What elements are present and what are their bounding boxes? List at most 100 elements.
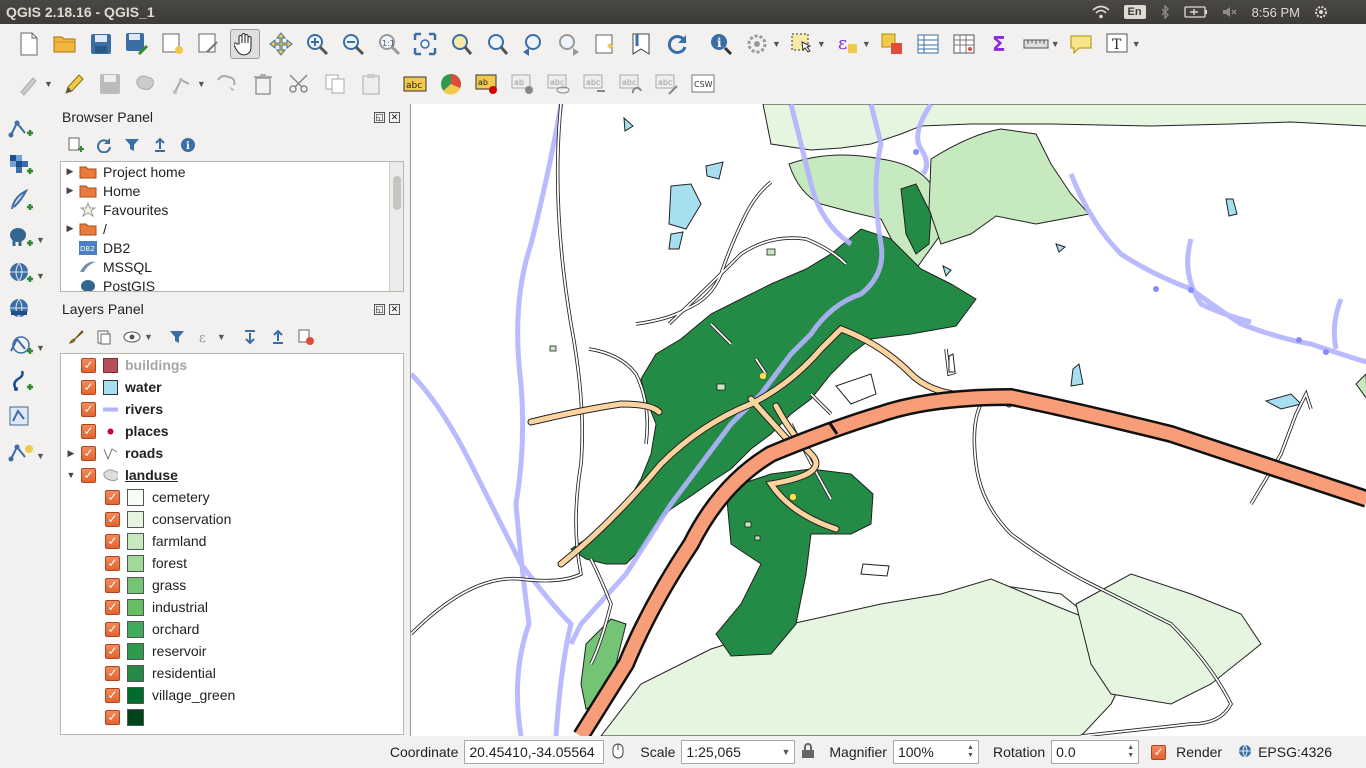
scale-dropdown-arrow[interactable]: ▼ bbox=[781, 747, 790, 757]
zoom-last-button[interactable] bbox=[518, 29, 548, 59]
select-by-expression-dropdown-arrow[interactable]: ▼ bbox=[862, 39, 871, 49]
keyboard-language-indicator[interactable]: En bbox=[1123, 5, 1146, 19]
text-annotation-button[interactable]: T bbox=[1102, 29, 1132, 59]
expand-arrow-icon[interactable]: ▶ bbox=[61, 223, 79, 234]
layer-visibility-checkbox[interactable]: ✓ bbox=[81, 401, 96, 417]
identify-features-button[interactable]: i bbox=[706, 29, 736, 59]
open-layer-styling-button[interactable] bbox=[66, 327, 86, 347]
layer-row-roads[interactable]: ▶ ✓ roads bbox=[61, 442, 403, 464]
expand-arrow-icon[interactable]: ▶ bbox=[61, 185, 79, 196]
system-gear-icon[interactable] bbox=[1314, 5, 1328, 19]
battery-icon[interactable] bbox=[1183, 6, 1208, 18]
landuse-category-row[interactable]: ✓ village_green bbox=[61, 684, 403, 706]
browser-item-mssql[interactable]: MSSQL bbox=[61, 257, 403, 276]
browser-panel-float-button[interactable]: ◱ bbox=[374, 111, 385, 123]
collapse-all-button[interactable] bbox=[268, 327, 288, 347]
save-project-button[interactable] bbox=[86, 29, 116, 59]
add-wms-dropdown-arrow[interactable]: ▼ bbox=[36, 271, 45, 281]
landuse-category-row[interactable]: ✓ orchard bbox=[61, 618, 403, 640]
crs-globe-icon[interactable] bbox=[1238, 744, 1252, 761]
layer-visibility-checkbox[interactable]: ✓ bbox=[81, 467, 96, 483]
save-as-button[interactable] bbox=[122, 29, 152, 59]
show-map-tips-button[interactable] bbox=[1066, 29, 1096, 59]
save-layer-edits-button[interactable] bbox=[95, 69, 125, 99]
delete-selected-button[interactable] bbox=[248, 69, 278, 99]
expand-all-button[interactable] bbox=[240, 327, 260, 347]
category-visibility-checkbox[interactable]: ✓ bbox=[105, 489, 120, 505]
cut-features-button[interactable] bbox=[284, 69, 314, 99]
layer-visibility-checkbox[interactable]: ✓ bbox=[81, 357, 96, 373]
landuse-category-row[interactable]: ✓ conservation bbox=[61, 508, 403, 530]
zoom-out-button[interactable] bbox=[338, 29, 368, 59]
layer-visibility-checkbox[interactable]: ✓ bbox=[81, 423, 96, 439]
category-visibility-checkbox[interactable]: ✓ bbox=[105, 643, 120, 659]
select-features-button[interactable] bbox=[787, 29, 817, 59]
add-spatialite-layer-button[interactable] bbox=[6, 366, 36, 396]
browser-item-root[interactable]: ▶ / bbox=[61, 219, 403, 238]
layer-visibility-checkbox[interactable]: ✓ bbox=[81, 445, 96, 461]
landuse-category-row[interactable]: ✓ bbox=[61, 706, 403, 728]
zoom-full-button[interactable] bbox=[410, 29, 440, 59]
open-attribute-table-button[interactable] bbox=[913, 29, 943, 59]
rotate-label-button[interactable]: abc bbox=[616, 69, 646, 99]
category-visibility-checkbox[interactable]: ✓ bbox=[105, 599, 120, 615]
layer-row-rivers[interactable]: ✓ rivers bbox=[61, 398, 403, 420]
add-postgis-dropdown-arrow[interactable]: ▼ bbox=[36, 235, 45, 245]
paste-features-button[interactable] bbox=[356, 69, 386, 99]
refresh-button[interactable] bbox=[662, 29, 692, 59]
messages-icon[interactable] bbox=[1338, 744, 1346, 761]
add-vector-layer-button[interactable] bbox=[6, 114, 36, 144]
landuse-category-row[interactable]: ✓ industrial bbox=[61, 596, 403, 618]
category-visibility-checkbox[interactable]: ✓ bbox=[105, 511, 120, 527]
volume-muted-icon[interactable] bbox=[1222, 5, 1238, 19]
new-project-button[interactable] bbox=[14, 29, 44, 59]
scale-lock-icon[interactable] bbox=[801, 742, 815, 762]
browser-panel-close-button[interactable]: ✕ bbox=[389, 111, 400, 123]
add-selected-layers-button[interactable] bbox=[66, 135, 86, 155]
layer-styling-button[interactable] bbox=[436, 69, 466, 99]
landuse-category-row[interactable]: ✓ cemetery bbox=[61, 486, 403, 508]
browser-item-home[interactable]: ▶ Home bbox=[61, 181, 403, 200]
remove-layer-button[interactable] bbox=[296, 327, 316, 347]
map-canvas[interactable] bbox=[410, 104, 1366, 736]
new-layer-dropdown-arrow[interactable]: ▼ bbox=[36, 451, 45, 461]
layer-row-landuse[interactable]: ▼ ✓ landuse bbox=[61, 464, 403, 486]
show-bookmarks-button[interactable] bbox=[626, 29, 656, 59]
magnifier-spin-arrows[interactable]: ▲ ▼ bbox=[967, 744, 974, 760]
bluetooth-icon[interactable] bbox=[1160, 5, 1170, 19]
rotation-spin-arrows[interactable]: ▲ ▼ bbox=[1127, 744, 1134, 760]
browser-tree[interactable]: ▶ Project home ▶ Home Favourites ▶ / DB2… bbox=[60, 161, 404, 292]
deselect-features-button[interactable] bbox=[877, 29, 907, 59]
magnifier-spinbox[interactable]: 100% ▲ ▼ bbox=[892, 740, 979, 764]
landuse-category-row[interactable]: ✓ residential bbox=[61, 662, 403, 684]
zoom-to-selection-button[interactable] bbox=[446, 29, 476, 59]
browser-item-favourites[interactable]: Favourites bbox=[61, 200, 403, 219]
select-by-expression-button[interactable]: ε bbox=[832, 29, 862, 59]
category-visibility-checkbox[interactable]: ✓ bbox=[105, 621, 120, 637]
annotation-dropdown-arrow[interactable]: ▼ bbox=[1132, 39, 1141, 49]
select-features-dropdown-arrow[interactable]: ▼ bbox=[817, 39, 826, 49]
layer-row-buildings[interactable]: ✓ buildings bbox=[61, 354, 403, 376]
category-visibility-checkbox[interactable]: ✓ bbox=[105, 555, 120, 571]
category-visibility-checkbox[interactable]: ✓ bbox=[105, 577, 120, 593]
browser-item-project-home[interactable]: ▶ Project home bbox=[61, 162, 403, 181]
map-themes-dropdown-arrow[interactable]: ▼ bbox=[144, 332, 153, 342]
layer-row-water[interactable]: ✓ water bbox=[61, 376, 403, 398]
add-virtual-layer-button[interactable] bbox=[6, 402, 36, 432]
move-feature-dropdown-arrow[interactable]: ▼ bbox=[197, 79, 206, 89]
highlight-pinned-labels-button[interactable]: ab bbox=[508, 69, 538, 99]
expand-arrow-icon[interactable]: ▶ bbox=[61, 448, 81, 459]
add-delimited-text-layer-button[interactable] bbox=[6, 186, 36, 216]
move-feature-button[interactable] bbox=[167, 69, 197, 99]
toggle-extents-button[interactable] bbox=[610, 742, 626, 763]
pan-map-button[interactable] bbox=[230, 29, 260, 59]
landuse-category-row[interactable]: ✓ reservoir bbox=[61, 640, 403, 662]
category-visibility-checkbox[interactable]: ✓ bbox=[105, 687, 120, 703]
category-visibility-checkbox[interactable]: ✓ bbox=[105, 533, 120, 549]
coordinate-field[interactable]: 20.45410,-34.05564 bbox=[464, 740, 605, 764]
run-feature-action-button[interactable] bbox=[742, 29, 772, 59]
zoom-native-button[interactable]: 1:1 bbox=[374, 29, 404, 59]
node-tool-button[interactable] bbox=[212, 69, 242, 99]
render-checkbox[interactable]: ✓ bbox=[1151, 744, 1167, 760]
pin-unpin-labels-button[interactable]: ab bbox=[472, 69, 502, 99]
